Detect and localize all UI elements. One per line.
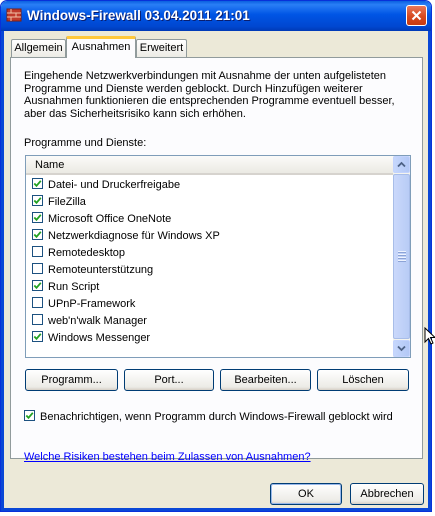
window-border-bottom <box>1 508 431 511</box>
item-label: UPnP-Framework <box>48 298 136 310</box>
checkmark-icon <box>33 231 42 239</box>
grip-line <box>398 254 406 256</box>
firewall-shield-icon <box>6 7 22 23</box>
chevron-up-icon <box>397 161 406 168</box>
scrollbar-thumb[interactable] <box>393 174 410 339</box>
window-title: Windows-Firewall 03.04.2011 21:01 <box>27 8 250 23</box>
checkmark-icon <box>33 197 42 205</box>
chevron-down-icon <box>397 345 406 352</box>
grip-line <box>398 257 406 259</box>
item-label: Run Script <box>48 281 100 293</box>
title-bar[interactable]: Windows-Firewall 03.04.2011 21:01 <box>1 1 431 31</box>
tab-erweitert[interactable]: Erweitert <box>136 39 187 57</box>
checkmark-icon <box>25 412 34 420</box>
scroll-down-button[interactable] <box>393 340 410 357</box>
list-item[interactable]: Netzwerkdiagnose für Windows XP <box>32 228 387 245</box>
cancel-button[interactable]: Abbrechen <box>350 483 424 505</box>
checkmark-icon <box>33 214 42 222</box>
item-label: Windows Messenger <box>48 332 151 344</box>
mouse-cursor-icon <box>424 327 435 345</box>
edit-button[interactable]: Bearbeiten... <box>220 369 311 391</box>
item-label: Remotedesktop <box>48 247 126 259</box>
close-button[interactable] <box>406 5 427 26</box>
item-checkbox[interactable] <box>32 212 43 223</box>
list-item[interactable]: Run Script <box>32 279 387 296</box>
grip-line <box>398 251 406 253</box>
list-item[interactable]: Datei- und Druckerfreigabe <box>32 177 387 194</box>
item-label: Remoteunterstützung <box>48 264 154 276</box>
item-label: FileZilla <box>48 196 86 208</box>
vertical-scrollbar[interactable] <box>393 156 410 357</box>
notify-option[interactable]: Benachrichtigen, wenn Programm durch Win… <box>24 410 393 423</box>
item-checkbox[interactable] <box>32 297 43 308</box>
item-label: Microsoft Office OneNote <box>48 213 172 225</box>
item-checkbox[interactable] <box>32 178 43 189</box>
list-item[interactable]: FileZilla <box>32 194 387 211</box>
item-checkbox[interactable] <box>32 263 43 274</box>
item-checkbox[interactable] <box>32 229 43 240</box>
add-port-button[interactable]: Port... <box>124 369 214 391</box>
item-label: Netzwerkdiagnose für Windows XP <box>48 230 220 242</box>
item-checkbox[interactable] <box>32 331 43 342</box>
close-icon <box>411 10 422 21</box>
ok-button[interactable]: OK <box>270 483 342 505</box>
column-header-name[interactable]: Name <box>26 156 393 175</box>
item-checkbox[interactable] <box>32 195 43 206</box>
item-label: web'n'walk Manager <box>48 315 147 327</box>
tab-ausnahmen[interactable]: Ausnahmen <box>66 36 136 58</box>
list-item[interactable]: UPnP-Framework <box>32 296 387 313</box>
window-border-right <box>428 31 431 511</box>
checkmark-icon <box>33 333 42 341</box>
description-text: Eingehende Netzwerkverbindungen mit Ausn… <box>24 70 395 120</box>
add-program-button[interactable]: Programm... <box>25 369 118 391</box>
checkmark-icon <box>33 180 42 188</box>
exceptions-list[interactable]: Name Datei- und Druckerfreigabe FileZilla… <box>25 155 411 358</box>
tab-allgemein[interactable]: Allgemein <box>11 39 66 57</box>
item-label: Datei- und Druckerfreigabe <box>48 179 181 191</box>
notify-checkbox[interactable] <box>24 410 35 421</box>
list-item[interactable]: web'n'walk Manager <box>32 313 387 330</box>
list-item[interactable]: Windows Messenger <box>32 330 387 347</box>
window-border-left <box>1 31 4 511</box>
checkmark-icon <box>33 282 42 290</box>
help-link[interactable]: Welche Risiken bestehen beim Zulassen vo… <box>24 451 311 463</box>
grip-line <box>398 260 406 262</box>
list-item[interactable]: Remoteunterstützung <box>32 262 387 279</box>
item-checkbox[interactable] <box>32 246 43 257</box>
item-checkbox[interactable] <box>32 314 43 325</box>
list-label: Programme und Dienste: <box>24 137 147 149</box>
delete-button[interactable]: Löschen <box>317 369 409 391</box>
notify-label: Benachrichtigen, wenn Programm durch Win… <box>40 411 393 423</box>
list-item[interactable]: Remotedesktop <box>32 245 387 262</box>
scroll-up-button[interactable] <box>393 156 410 173</box>
list-item[interactable]: Microsoft Office OneNote <box>32 211 387 228</box>
item-checkbox[interactable] <box>32 280 43 291</box>
